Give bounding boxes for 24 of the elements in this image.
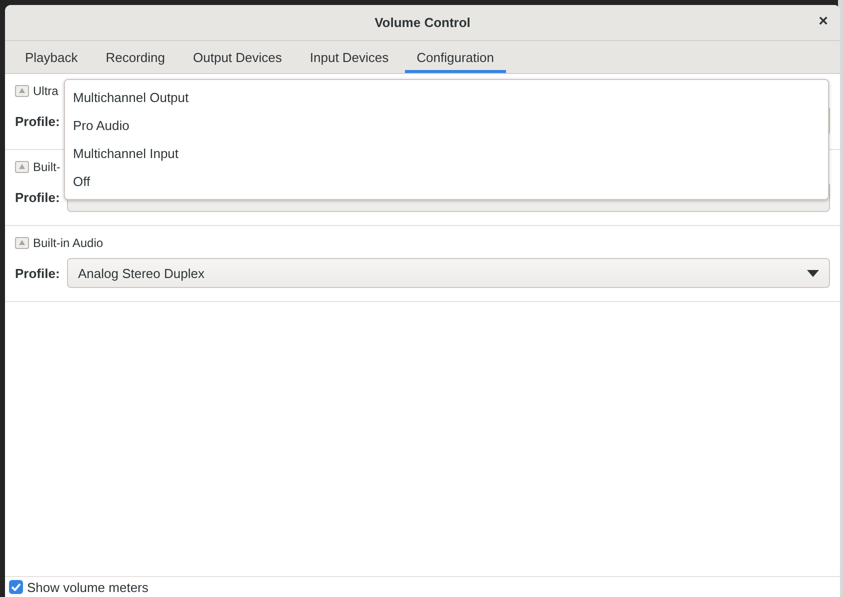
caret-icon — [807, 270, 819, 276]
close-button[interactable]: × — [814, 13, 832, 31]
menu-item[interactable]: Pro Audio — [65, 112, 828, 140]
tab[interactable]: Input Devices — [298, 41, 401, 73]
profile-label: Profile: — [15, 266, 61, 280]
profile-label: Profile: — [15, 190, 61, 204]
device-name: Built-in Audio — [33, 236, 104, 250]
menu-item[interactable]: Off — [65, 167, 828, 195]
device-icon — [15, 161, 29, 173]
tab[interactable]: Playback — [13, 41, 90, 73]
device-name: Built- — [33, 160, 60, 174]
profile-label: Profile: — [15, 114, 61, 128]
profile-dropdown[interactable]: Analog Stereo Duplex — [67, 258, 830, 288]
tab[interactable]: Configuration — [404, 41, 506, 73]
tab[interactable]: Output Devices — [181, 41, 294, 73]
tab[interactable]: Recording — [94, 41, 178, 73]
window-title: Volume Control — [374, 15, 470, 30]
device-name: Ultra — [33, 84, 58, 98]
checkbox[interactable] — [9, 580, 23, 594]
device-icon — [15, 85, 29, 97]
menu-item[interactable]: Multichannel Input — [65, 140, 828, 168]
checkbox-label: Show volume meters — [27, 580, 148, 594]
menu-item[interactable]: Multichannel Output — [65, 84, 828, 112]
device-icon — [15, 237, 29, 249]
